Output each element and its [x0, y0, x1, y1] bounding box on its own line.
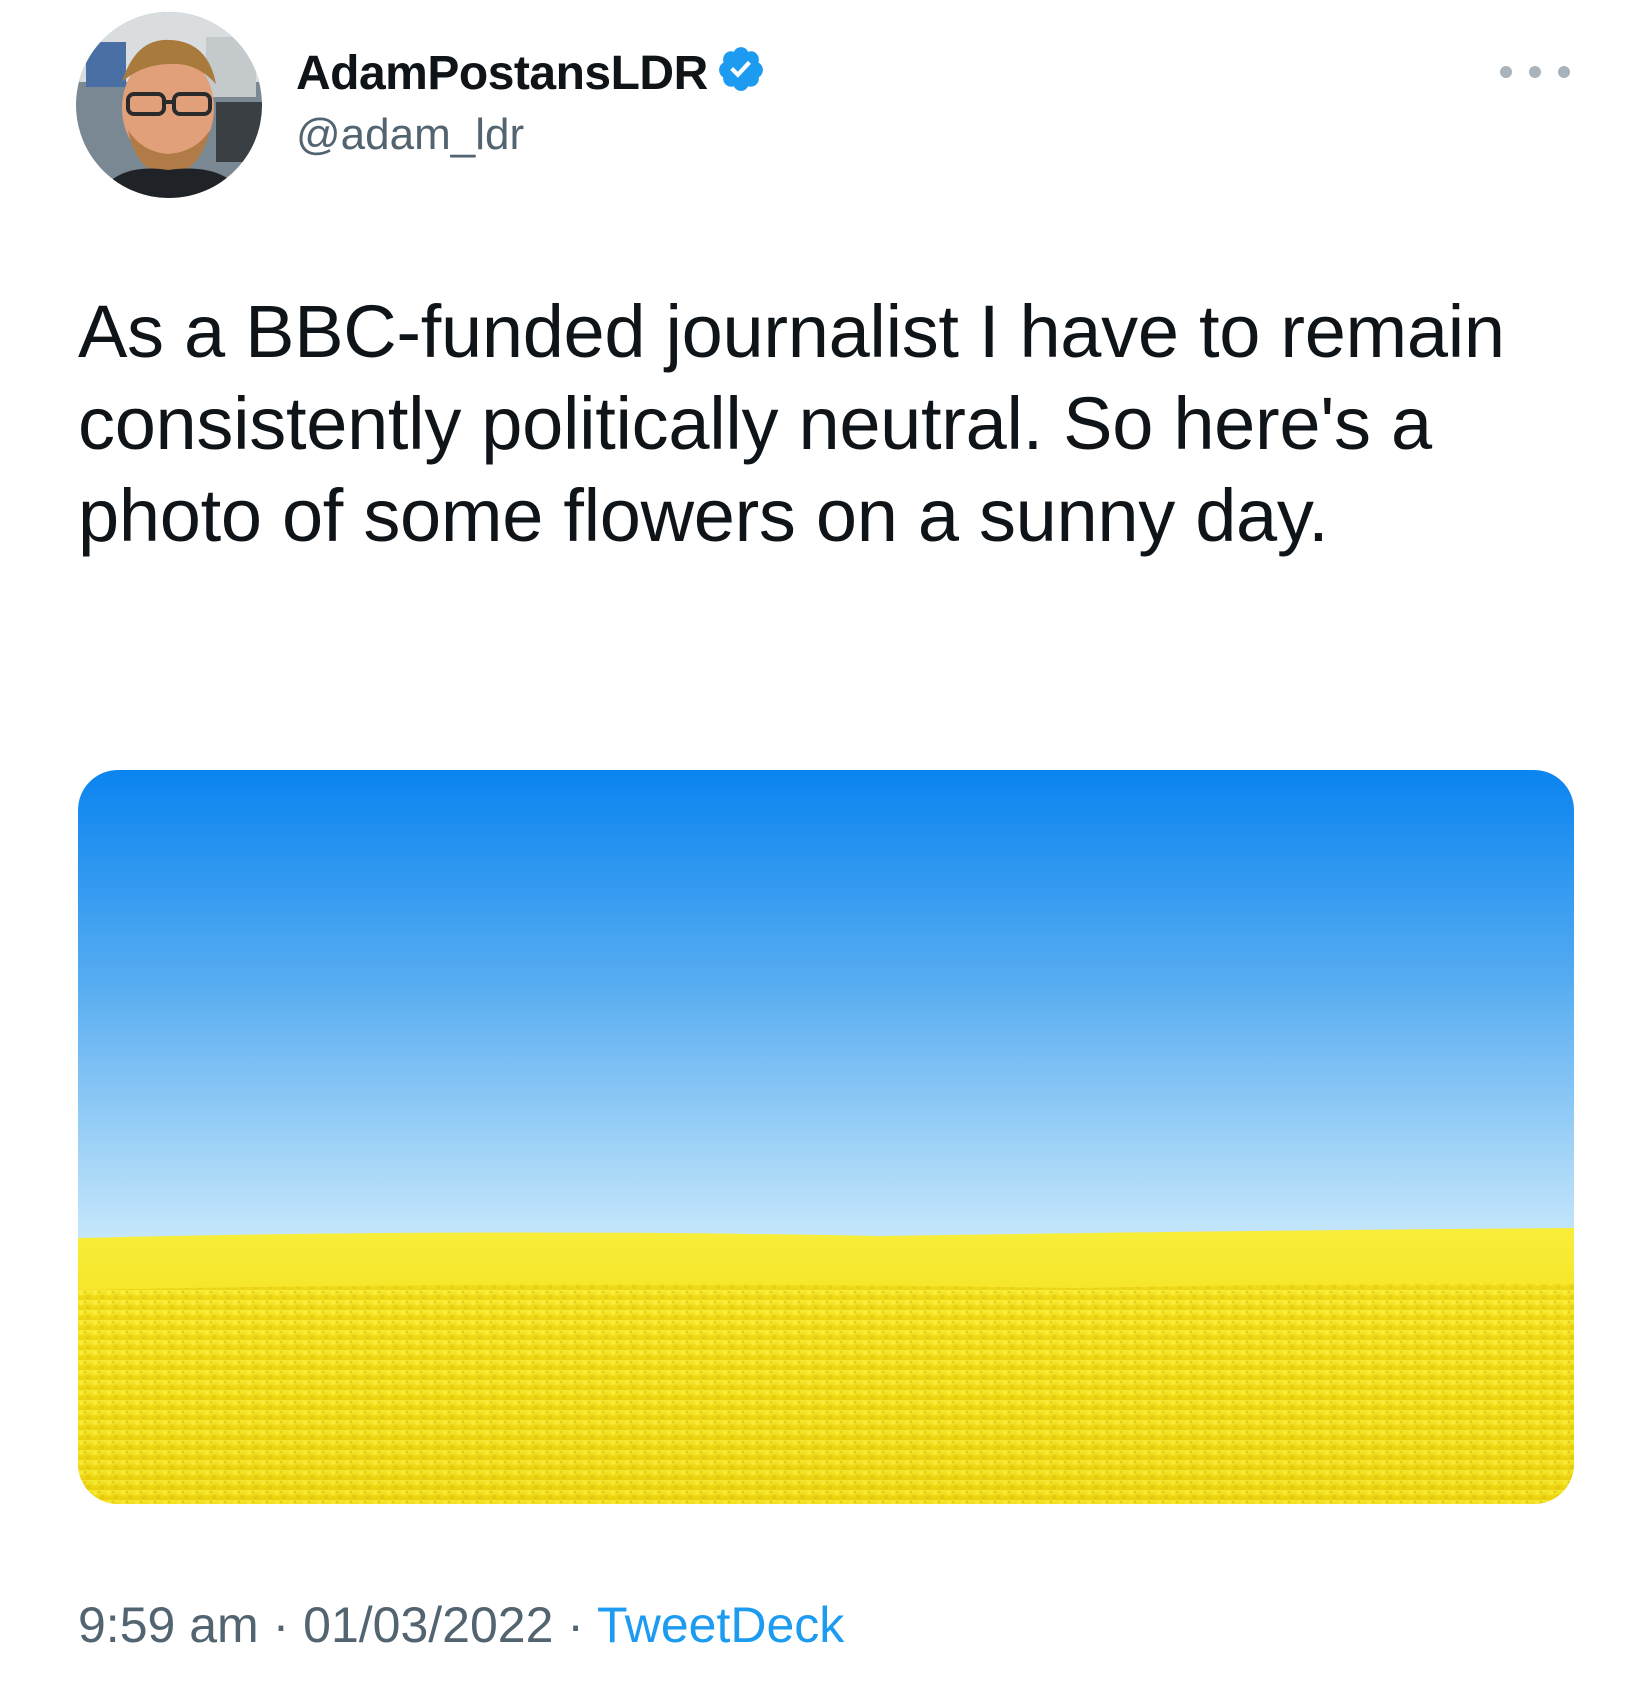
tweet-text: As a BBC-funded journalist I have to rem… [78, 290, 1505, 557]
more-options-icon[interactable] [1500, 54, 1570, 90]
display-name-text[interactable]: AdamPostansLDR [296, 47, 708, 100]
tweet-card: AdamPostansLDR @adam_ldr As a BBC-funded… [0, 0, 1644, 1684]
verified-badge-icon [718, 47, 763, 91]
tweet-time[interactable]: 9:59 am [78, 1597, 259, 1653]
tweet-meta: 9:59 am · 01/03/2022 · TweetDeck [78, 1596, 844, 1654]
more-dot [1500, 66, 1512, 78]
user-avatar[interactable] [76, 12, 262, 198]
tweet-date[interactable]: 01/03/2022 [303, 1597, 553, 1653]
more-dot [1529, 66, 1541, 78]
meta-separator: · [567, 1597, 584, 1653]
more-dot [1558, 66, 1570, 78]
sky-and-rapeseed-field-image [78, 770, 1574, 1504]
tweet-photo[interactable] [78, 770, 1574, 1504]
meta-separator: · [272, 1597, 290, 1653]
tweet-source-link[interactable]: TweetDeck [597, 1597, 844, 1653]
user-display-name: AdamPostansLDR [296, 44, 766, 101]
user-handle[interactable]: @adam_ldr [296, 110, 524, 160]
avatar-photo [76, 12, 262, 198]
